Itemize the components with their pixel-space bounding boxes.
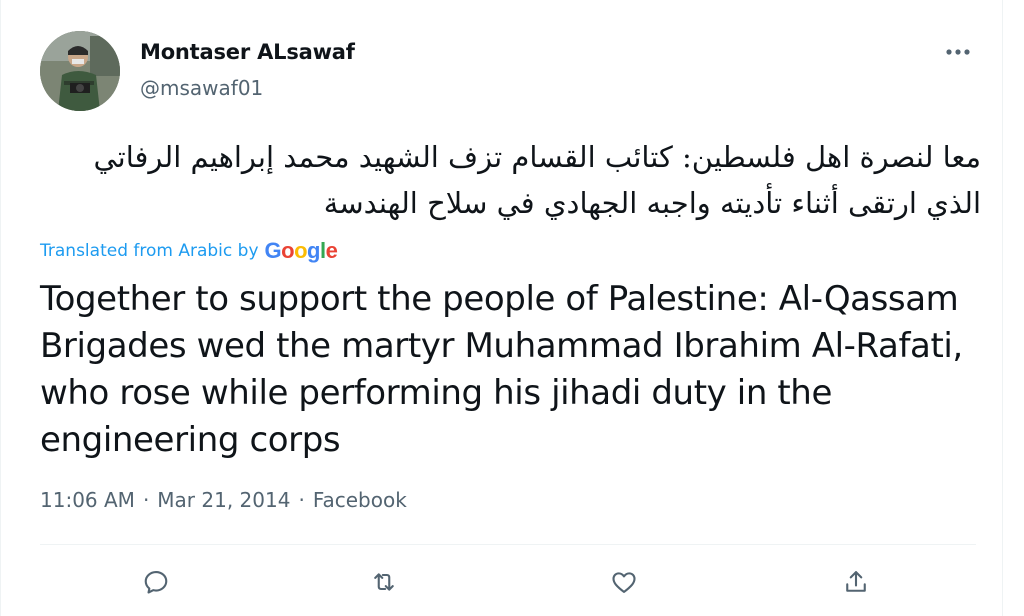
tweet-original-text: معا لنصرة اهل فلسطين: كتائب القسام تزف ا…: [93, 140, 981, 220]
like-icon: [612, 572, 636, 593]
reply-button[interactable]: [134, 560, 178, 604]
translated-from-label: Translated from Arabic by: [40, 241, 259, 261]
author-handle[interactable]: @msawaf01: [140, 76, 263, 100]
actions-divider: [40, 544, 976, 545]
google-logo: Google: [264, 238, 338, 263]
more-options-button[interactable]: [940, 38, 976, 66]
more-icon: [946, 49, 970, 55]
meta-separator: ·: [142, 488, 150, 512]
tweet-source[interactable]: Facebook: [313, 488, 407, 512]
tweet-date[interactable]: Mar 21, 2014: [157, 488, 290, 512]
meta-separator: ·: [298, 488, 305, 512]
action-bar: [0, 560, 1002, 608]
tweet-time[interactable]: 11:06 AM: [40, 488, 135, 512]
tweet-metadata: 11:06 AM · Mar 21, 2014 · Facebook: [40, 488, 407, 512]
like-button[interactable]: [602, 560, 646, 604]
retweet-icon: [374, 573, 394, 591]
author-display-name[interactable]: Montaser ALsawaf: [140, 40, 355, 64]
reply-icon: [144, 571, 168, 594]
tweet-translation-text: Together to support the people of Palest…: [40, 279, 963, 460]
frame-left-border: [0, 0, 1, 616]
retweet-button[interactable]: [362, 560, 406, 604]
frame-right-border: [1002, 0, 1003, 616]
translation-attribution[interactable]: Translated from Arabic by Google: [40, 238, 338, 264]
share-icon: [846, 571, 866, 592]
avatar-image: [40, 31, 120, 111]
share-button[interactable]: [834, 560, 878, 604]
avatar[interactable]: [40, 31, 120, 111]
